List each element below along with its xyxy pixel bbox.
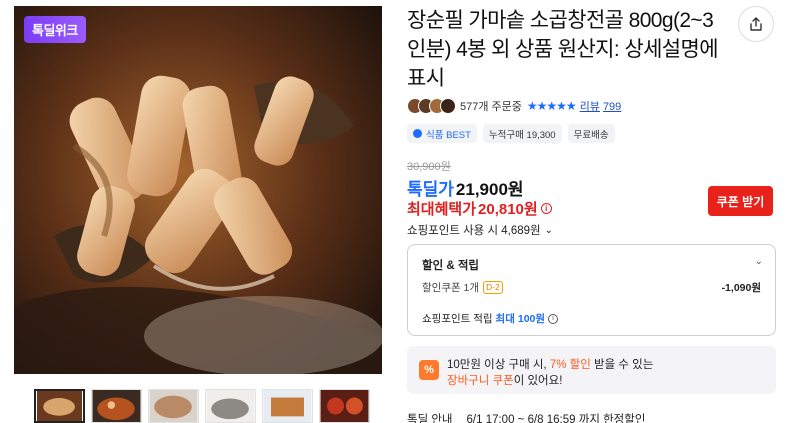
- info-icon[interactable]: i: [540, 203, 552, 214]
- thumbnail-3[interactable]: [148, 389, 199, 423]
- promo-line-2: 장바구니 쿠폰이 있어요!: [447, 372, 562, 388]
- rating-row: 577개 주문중 ★★★★★ 리뷰 799: [407, 98, 621, 114]
- dday-badge: D-2: [483, 281, 503, 294]
- promo-text: 10만원 이상 구매 시,: [447, 359, 550, 371]
- thumbnail-4[interactable]: [205, 389, 256, 423]
- coupon-amount: -1,090원: [721, 282, 761, 294]
- review-link[interactable]: 리뷰 799: [580, 98, 622, 114]
- points-use-toggle[interactable]: 쇼핑포인트 사용 시 4,689원 ⌄: [407, 222, 553, 238]
- cart-coupon-promo[interactable]: % 10만원 이상 구매 시, 7% 할인 받을 수 있는 장바구니 쿠폰이 있…: [407, 346, 776, 394]
- max-benefit-amount: 20,810원: [478, 201, 538, 218]
- points-max-label: 최대: [495, 313, 515, 325]
- product-photo: [14, 6, 382, 374]
- thumbnail-2[interactable]: [91, 389, 142, 423]
- share-icon: [750, 17, 762, 31]
- promo-text: 받을 수 있는: [590, 359, 654, 371]
- percent-icon: %: [419, 360, 439, 380]
- info-icon[interactable]: i: [548, 313, 559, 324]
- coupon-row: 할인쿠폰 1개 D-2: [422, 280, 503, 295]
- avatar: [440, 98, 456, 114]
- promo-badge: 톡딜위크: [24, 16, 86, 43]
- chevron-down-icon: ⌄: [544, 224, 553, 236]
- buyer-avatars: [407, 98, 456, 114]
- review-label: 리뷰: [579, 101, 600, 113]
- deal-price: 톡딜가 21,900원: [407, 175, 524, 200]
- discount-box-title: 할인 & 적립: [422, 260, 480, 272]
- deal-price-amount: 21,900원: [455, 180, 524, 199]
- promo-cart-coupon: 장바구니 쿠폰: [447, 375, 514, 387]
- points-row: 쇼핑포인트 적립 최대 100원 i: [422, 311, 559, 326]
- thumbnail-5[interactable]: [262, 389, 313, 423]
- order-count: 577개 주문중: [460, 101, 522, 113]
- max-benefit-label: 최대혜택가: [407, 201, 477, 218]
- star-rating: ★★★★★: [526, 99, 577, 113]
- promo-line-1: 10만원 이상 구매 시, 7% 할인 받을 수 있는: [447, 356, 653, 372]
- share-button[interactable]: [738, 6, 774, 42]
- get-coupon-button[interactable]: 쿠폰 받기: [708, 186, 773, 216]
- best-icon: [413, 129, 422, 138]
- coupon-label: 할인쿠폰 1개: [422, 282, 480, 294]
- original-price: 30,900원: [407, 161, 451, 173]
- promo-text: 이 있어요!: [513, 375, 563, 387]
- thumbnail-strip: [34, 389, 370, 423]
- points-use-text: 쇼핑포인트 사용 시 4,689원: [407, 225, 541, 237]
- product-main-image[interactable]: 톡딜위크: [14, 6, 382, 374]
- promo-discount: 7% 할인: [549, 359, 591, 371]
- deal-info-label: 톡딜 안내: [407, 414, 453, 423]
- tag-cumulative-purchases: 누적구매 19,300: [482, 124, 562, 143]
- product-tags: 식품 BEST 누적구매 19,300 무료배송: [407, 124, 615, 143]
- thumbnail-6[interactable]: [319, 389, 370, 423]
- points-label: 쇼핑포인트 적립: [422, 313, 493, 325]
- deal-info: 톡딜 안내 6/1 17:00 ~ 6/8 16:59 까지 한정할인: [407, 411, 645, 423]
- thumbnail-1[interactable]: [34, 389, 85, 423]
- review-count: 799: [602, 101, 622, 113]
- deal-price-label: 톡딜가: [407, 180, 454, 199]
- chevron-down-icon[interactable]: ⌄: [755, 256, 763, 267]
- tag-label: 식품 BEST: [426, 129, 471, 141]
- discount-points-box[interactable]: 할인 & 적립 ⌄ 할인쿠폰 1개 D-2 -1,090원 쇼핑포인트 적립 최…: [407, 244, 776, 336]
- deal-period: 6/1 17:00 ~ 6/8 16:59 까지 한정할인: [466, 414, 646, 423]
- product-title: 장순필 가마솥 소곱창전골 800g(2~3인분) 4봉 외 상품 원산지: 상…: [407, 9, 719, 90]
- max-benefit-price: 최대혜택가 20,810원 i: [407, 198, 552, 219]
- tag-food-best: 식품 BEST: [407, 124, 477, 143]
- points-amount: 100원: [517, 313, 546, 325]
- tag-free-shipping: 무료배송: [567, 124, 615, 143]
